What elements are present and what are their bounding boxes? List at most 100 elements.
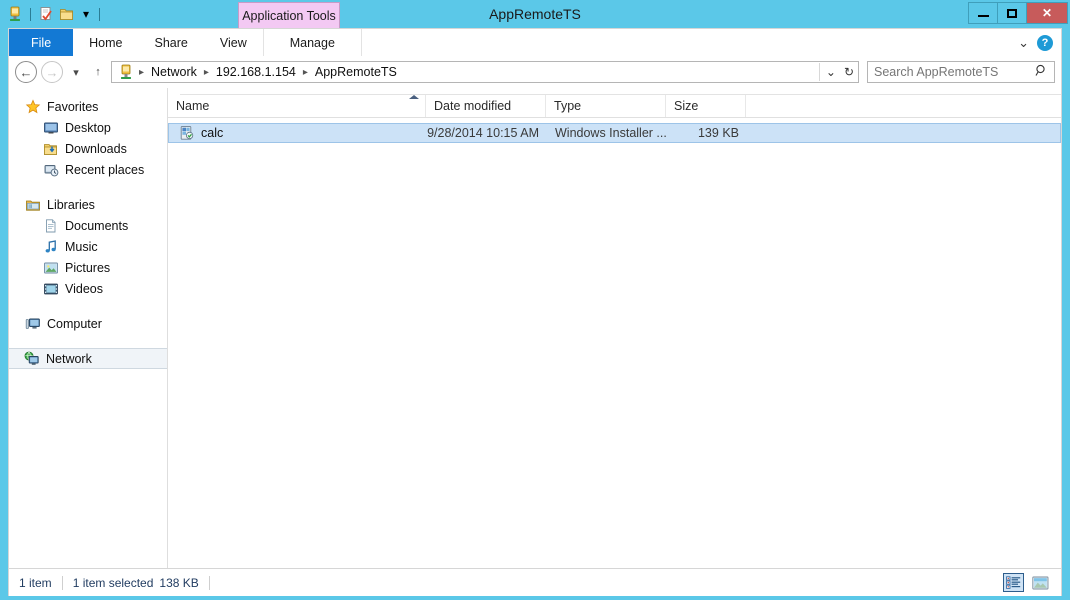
chevron-down-icon[interactable]: ⌄ [1018, 35, 1029, 51]
tab-view[interactable]: View [204, 29, 263, 56]
column-label-size: Size [674, 99, 699, 113]
sidebar-item-downloads[interactable]: Downloads [9, 138, 167, 159]
details-view-button[interactable] [1003, 573, 1024, 592]
sidebar-label-computer: Computer [47, 316, 102, 331]
status-selection-size: 138 KB [159, 575, 199, 590]
sidebar-item-libraries[interactable]: Libraries [9, 194, 167, 215]
new-folder-icon[interactable] [58, 5, 76, 23]
quick-access-dropdown[interactable]: ▾ [79, 5, 93, 23]
close-button[interactable]: ✕ [1026, 2, 1068, 24]
network-icon [24, 351, 40, 367]
network-folder-icon[interactable] [6, 5, 24, 23]
file-list: calc 9/28/2014 10:15 AM Windows Installe… [168, 118, 1061, 568]
tab-file[interactable]: File [9, 29, 74, 56]
breadcrumb-host[interactable]: 192.168.1.154 [212, 65, 300, 79]
status-selection: 1 item selected [72, 575, 154, 590]
window-bottom-edge [0, 596, 1070, 600]
file-type: Windows Installer ... [555, 126, 667, 140]
ribbon-tab-strip: File Home Share View Manage ⌄ ? [0, 28, 1070, 56]
sidebar-item-favorites[interactable]: Favorites [9, 96, 167, 117]
column-label-date-modified: Date modified [434, 99, 512, 113]
main-content: Favorites Desktop Downloads Recent place… [8, 88, 1062, 568]
sidebar-item-documents[interactable]: Documents [9, 215, 167, 236]
breadcrumb-separator-1: ▸ [203, 66, 209, 78]
file-date-modified: 9/28/2014 10:15 AM [427, 126, 539, 140]
sidebar-item-network[interactable]: Network [9, 348, 167, 369]
column-header-date-modified[interactable]: Date modified [426, 95, 546, 117]
toolbar-divider [30, 7, 31, 21]
address-bar-row: ← → ▾ ↑ ▸ Network ▸ 192.168.1.154 ▸ AppR… [8, 56, 1062, 88]
column-header-size[interactable]: Size [666, 95, 746, 117]
status-divider [61, 575, 63, 590]
contextual-tab-label: Application Tools [242, 8, 336, 23]
column-label-name: Name [176, 99, 210, 113]
column-label-type: Type [554, 99, 582, 113]
large-icons-view-button[interactable] [1030, 573, 1051, 592]
navigation-pane: Favorites Desktop Downloads Recent place… [9, 88, 168, 568]
sidebar-label-pictures: Pictures [65, 260, 111, 275]
help-icon[interactable]: ? [1037, 34, 1053, 51]
up-button[interactable]: ↑ [89, 61, 107, 83]
sidebar-item-computer[interactable]: Computer [9, 313, 167, 334]
properties-icon[interactable] [37, 5, 55, 23]
sidebar-label-network: Network [46, 351, 92, 366]
sidebar-label-favorites: Favorites [47, 99, 99, 114]
window-controls: ✕ [968, 2, 1068, 24]
search-input[interactable]: Search AppRemoteTS [867, 61, 1055, 83]
computer-icon [25, 316, 41, 332]
title-bar: ▾ Application Tools AppRemoteTS ✕ [0, 0, 1070, 28]
breadcrumb-network[interactable]: Network [147, 65, 201, 79]
breadcrumb-separator-0: ▸ [139, 66, 145, 78]
view-buttons [1003, 573, 1051, 592]
file-size: 139 KB [697, 126, 739, 140]
search-placeholder: Search AppRemoteTS [874, 65, 999, 79]
music-icon [43, 239, 59, 255]
quick-access-toolbar: ▾ [0, 0, 103, 28]
videos-icon [43, 281, 59, 297]
sidebar-label-videos: Videos [65, 281, 103, 296]
sidebar-label-libraries: Libraries [47, 197, 95, 212]
contextual-tab-header: Application Tools [238, 2, 340, 28]
column-header-name[interactable]: Name [168, 95, 426, 117]
tab-home[interactable]: Home [73, 29, 138, 56]
pictures-icon [43, 260, 59, 276]
star-icon [25, 98, 41, 115]
network-computer-icon [118, 64, 134, 80]
breadcrumb-separator-2: ▸ [302, 66, 308, 78]
sidebar-item-desktop[interactable]: Desktop [9, 117, 167, 138]
desktop-icon [43, 120, 59, 136]
forward-button[interactable]: → [41, 61, 63, 83]
ribbon-right-controls: ⌄ ? [1018, 29, 1061, 56]
tab-manage[interactable]: Manage [262, 29, 362, 56]
minimize-button[interactable] [968, 2, 998, 24]
maximize-button[interactable] [997, 2, 1027, 24]
recent-locations-dropdown[interactable]: ▾ [67, 61, 85, 83]
column-headers: Name Date modified Type Size [168, 94, 1061, 118]
downloads-icon [43, 141, 59, 157]
breadcrumb-share[interactable]: AppRemoteTS [311, 65, 401, 79]
explorer-window: ▾ Application Tools AppRemoteTS ✕ File H… [0, 0, 1070, 600]
sidebar-label-music: Music [65, 239, 98, 254]
file-name: calc [201, 126, 224, 140]
refresh-icon[interactable]: ↻ [844, 65, 854, 79]
history-chevron-icon[interactable]: ⌄ [826, 65, 836, 79]
sidebar-item-videos[interactable]: Videos [9, 278, 167, 299]
table-row[interactable]: calc 9/28/2014 10:15 AM Windows Installe… [168, 123, 1061, 143]
status-item-count: 1 item [19, 575, 52, 590]
sidebar-label-documents: Documents [65, 218, 129, 233]
sidebar-label-downloads: Downloads [65, 141, 127, 156]
back-button[interactable]: ← [15, 61, 37, 83]
tab-share[interactable]: Share [139, 29, 204, 56]
search-icon[interactable] [1035, 64, 1048, 80]
column-header-type[interactable]: Type [546, 95, 666, 117]
sidebar-item-music[interactable]: Music [9, 236, 167, 257]
breadcrumb[interactable]: ▸ Network ▸ 192.168.1.154 ▸ AppRemoteTS … [111, 61, 859, 83]
sidebar-item-recent-places[interactable]: Recent places [9, 159, 167, 180]
windows-installer-icon [179, 125, 195, 141]
status-bar: 1 item 1 item selected 138 KB [8, 568, 1062, 596]
sidebar-item-pictures[interactable]: Pictures [9, 257, 167, 278]
status-divider-2 [208, 575, 210, 590]
